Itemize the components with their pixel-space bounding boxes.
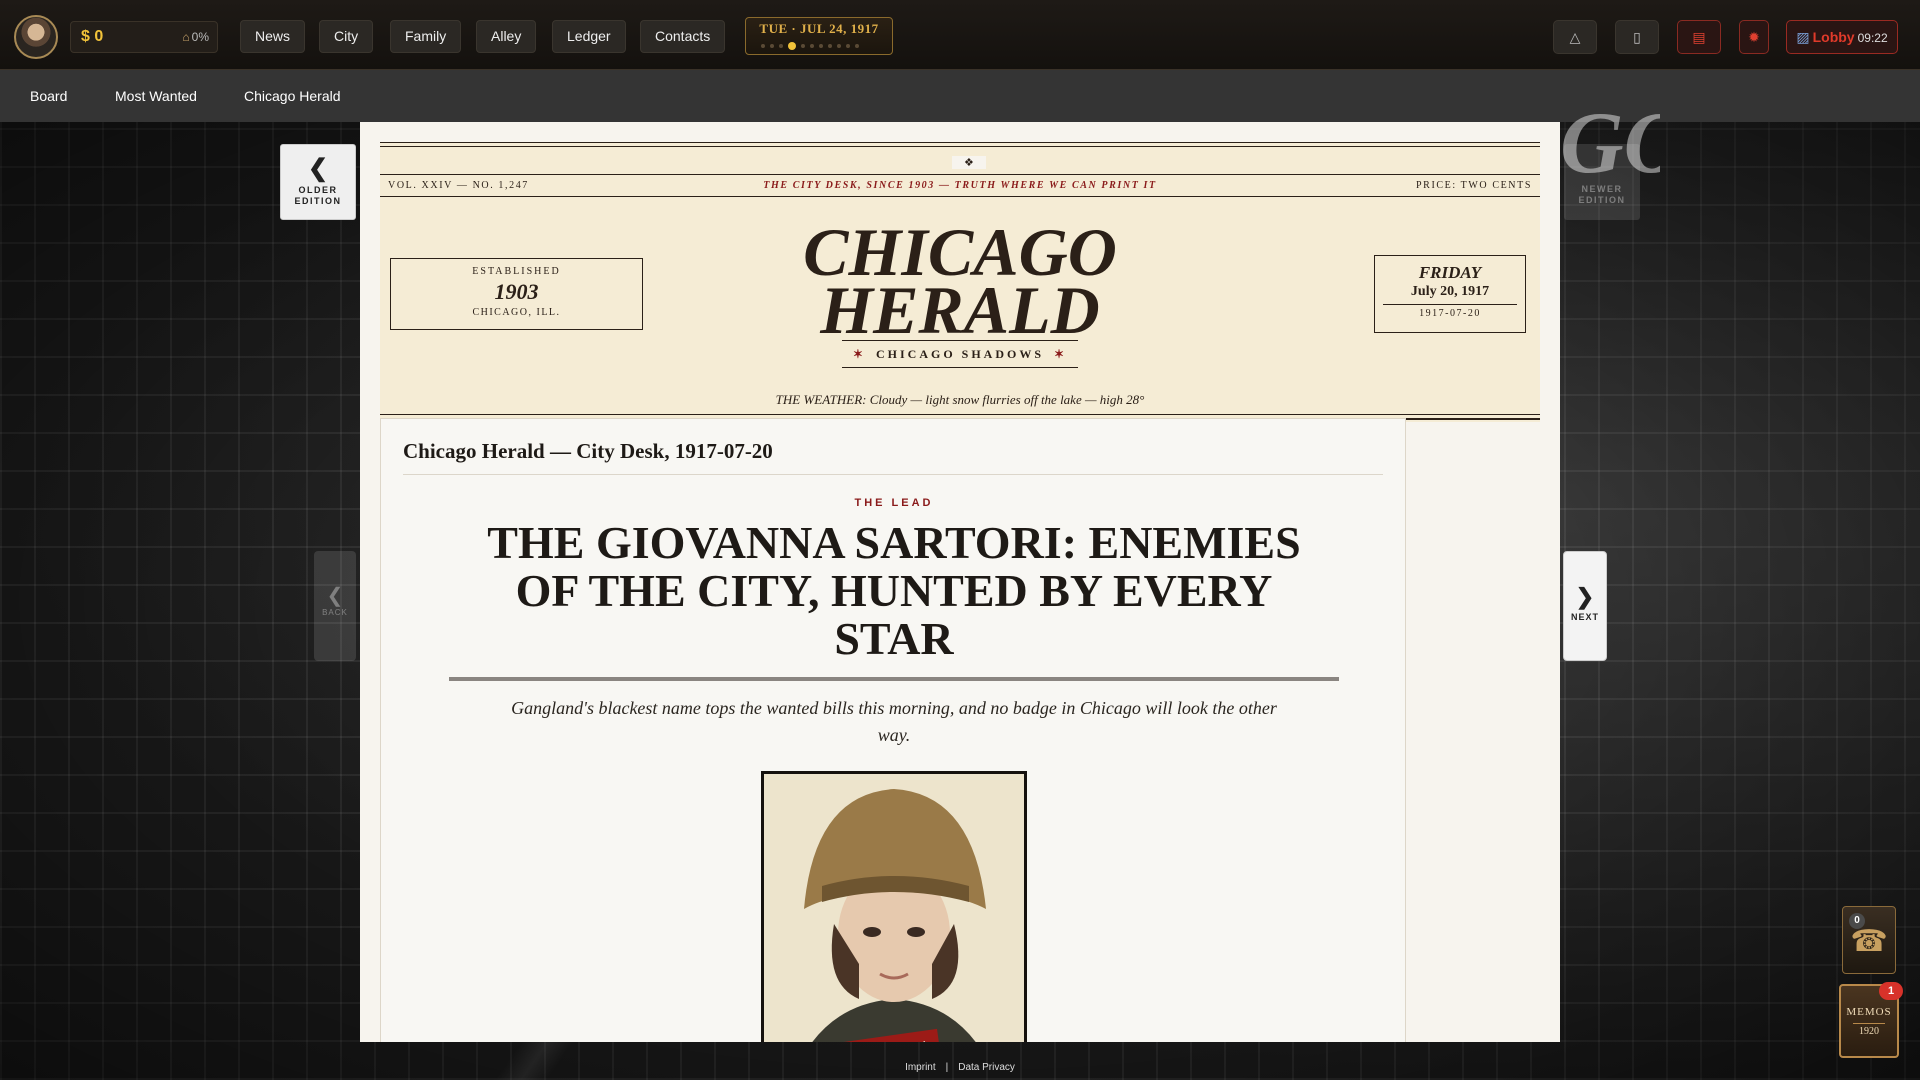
masthead: ❖ VOL. XXIV — NO. 1,247 THE CITY DESK, S… <box>380 142 1540 422</box>
week-dot <box>770 44 774 48</box>
hat-icon-button[interactable]: △ <box>1553 20 1597 54</box>
nav-ledger-button[interactable]: Ledger <box>552 20 626 53</box>
issue-day-of-week: FRIDAY <box>1418 263 1482 282</box>
issue-date-iso: 1917-07-20 <box>1383 304 1517 319</box>
newspaper-title-line2: HERALD <box>820 272 1100 348</box>
week-dot <box>837 44 841 48</box>
chevron-left-icon: ❮ <box>307 155 329 182</box>
headline-divider <box>449 677 1339 681</box>
week-dot <box>761 44 765 48</box>
heat-indicator: ⌂ 0% <box>182 30 209 44</box>
newspaper-motto: THE CITY DESK, SINCE 1903 — TRUTH WHERE … <box>763 180 1157 191</box>
newer-edition-label: NEWER EDITION <box>1578 184 1626 205</box>
newspaper-subtitle: ✶ CHICAGO SHADOWS ✶ <box>842 340 1078 368</box>
nav-contacts-button[interactable]: Contacts <box>640 20 726 53</box>
game-date: TUE · JUL 24, 1917 <box>759 21 879 36</box>
lead-article: Chicago Herald — City Desk, 1917-07-20 T… <box>380 418 1406 1042</box>
next-label: NEXT <box>1570 612 1599 622</box>
privacy-link[interactable]: Data Privacy <box>958 1062 1015 1073</box>
imprint-link[interactable]: Imprint <box>905 1062 936 1073</box>
phone-icon-button[interactable]: ▯ <box>1615 20 1659 54</box>
candlestick-phone-icon: ☎ <box>1850 925 1888 958</box>
chevron-left-icon: ❮ <box>326 585 344 607</box>
next-button[interactable]: ❯ NEXT <box>1563 551 1607 661</box>
player-avatar[interactable] <box>14 15 58 59</box>
back-label: BACK <box>322 608 348 617</box>
call-count-badge: 0 <box>1849 913 1865 929</box>
week-dot <box>801 44 805 48</box>
nav-family-button[interactable]: Family <box>390 20 462 53</box>
memo-year: 1920 <box>1853 1023 1885 1037</box>
telephone-widget[interactable]: 0 ☎ <box>1842 906 1896 974</box>
week-dot <box>819 44 823 48</box>
city-desk-title: Chicago Herald — City Desk, 1917-07-20 <box>403 439 1383 475</box>
newer-edition-button[interactable]: NEWER EDITION <box>1564 144 1640 220</box>
tab-most-wanted[interactable]: Most Wanted <box>115 70 197 122</box>
older-edition-button[interactable]: ❮ OLDER EDITION <box>280 144 356 220</box>
memo-count-badge: 1 <box>1879 982 1903 1000</box>
memo-label: MEMOS <box>1846 1006 1892 1018</box>
tab-chicago-herald[interactable]: Chicago Herald <box>244 70 341 122</box>
newspaper-page: ❖ VOL. XXIV — NO. 1,247 THE CITY DESK, S… <box>360 122 1560 1042</box>
week-dot <box>779 44 783 48</box>
memos-widget[interactable]: 1 MEMOS 1920 <box>1839 982 1903 1058</box>
back-button[interactable]: ❮ BACK <box>314 551 356 661</box>
badge-icon-button[interactable]: ✹ <box>1739 20 1769 54</box>
lead-kicker: THE LEAD <box>854 497 934 509</box>
chevron-right-icon: ❯ <box>1575 584 1595 609</box>
subtitle-text: CHICAGO SHADOWS <box>875 347 1045 361</box>
money-display: $ 0 ⌂ 0% <box>70 21 218 53</box>
footer: Imprint | Data Privacy <box>0 1062 1920 1073</box>
book-icon: ▤ <box>1692 29 1706 45</box>
nav-alley-button[interactable]: Alley <box>476 20 537 53</box>
week-dot <box>846 44 850 48</box>
weather-line: THE WEATHER: Cloudy — light snow flurrie… <box>775 392 1145 407</box>
older-edition-label: OLDER EDITION <box>294 185 342 206</box>
lobby-label: Lobby <box>1812 29 1855 45</box>
top-bar: $ 0 ⌂ 0% News City Family Alley Ledger Co… <box>0 0 1920 70</box>
lobby-button[interactable]: ▨ Lobby 09:22 <box>1786 20 1898 54</box>
badge-icon: ✹ <box>1748 29 1760 45</box>
nav-city-button[interactable]: City <box>319 20 374 53</box>
article-headline: THE GIOVANNA SARTORI: ENEMIES OF THE CIT… <box>487 517 1301 664</box>
footer-separator: | <box>945 1062 949 1073</box>
phone-icon: ▯ <box>1633 29 1641 45</box>
week-progress-dots <box>761 42 881 50</box>
book-icon-button[interactable]: ▤ <box>1677 20 1721 54</box>
week-dot <box>788 42 796 50</box>
issue-date-box: FRIDAY July 20, 1917 1917-07-20 <box>1374 255 1526 333</box>
tab-board[interactable]: Board <box>30 70 67 122</box>
car-icon: ▨ <box>1796 29 1810 45</box>
lobby-time: 09:22 <box>1857 31 1888 45</box>
hat-icon: △ <box>1569 29 1581 45</box>
wanted-portrait: MOST WANTED · NO. 1 <box>761 771 1027 1042</box>
week-dot <box>828 44 832 48</box>
star-icon: ✶ <box>1054 347 1068 361</box>
star-icon: ✶ <box>852 347 866 361</box>
money-amount: $ 0 <box>81 28 104 45</box>
house-icon: ⌂ <box>182 30 190 44</box>
newspaper-price: PRICE: TWO CENTS <box>1416 180 1532 191</box>
issue-date-long: July 20, 1917 <box>1410 284 1490 299</box>
week-dot <box>810 44 814 48</box>
heat-value: 0% <box>191 30 209 44</box>
week-dot <box>855 44 859 48</box>
article-dek: Gangland's blackest name tops the wanted… <box>511 698 1277 745</box>
ornament-icon: ❖ <box>952 156 986 169</box>
nav-news-button[interactable]: News <box>240 20 306 53</box>
game-date-display[interactable]: TUE · JUL 24, 1917 <box>745 17 893 55</box>
portrait-image <box>764 774 1024 1042</box>
